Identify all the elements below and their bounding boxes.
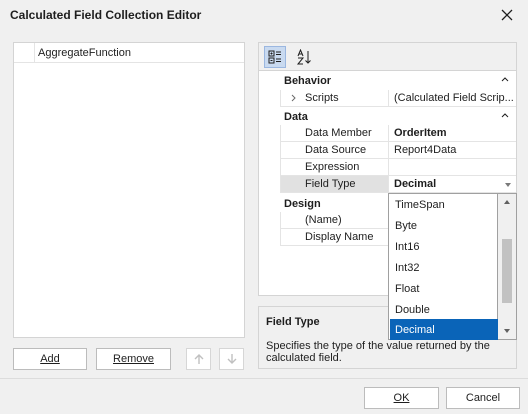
ok-button[interactable]: OK (364, 387, 439, 409)
property-name: Field Type (305, 178, 356, 190)
scroll-down-arrow-icon[interactable] (503, 328, 511, 334)
dropdown-option[interactable]: Float (390, 278, 498, 299)
property-name-label: (Name) (305, 214, 342, 226)
arrow-down-icon (227, 354, 236, 364)
categorized-button[interactable] (264, 46, 286, 68)
property-value[interactable]: OrderItem (389, 125, 516, 142)
category-behavior[interactable]: Behavior (259, 72, 516, 89)
dropdown-option[interactable]: Byte (390, 215, 498, 236)
property-name-cell: Expression (280, 159, 389, 176)
cancel-button-label: Cancel (465, 392, 501, 404)
property-value[interactable] (389, 159, 516, 176)
arrow-up-icon (194, 354, 203, 364)
category-label: Behavior (284, 74, 332, 87)
expand-arrow-icon[interactable] (290, 94, 298, 102)
property-value[interactable]: (Calculated Field Scrip... (389, 90, 516, 107)
remove-button[interactable]: Remove (96, 348, 171, 370)
dropdown-option[interactable]: Double (390, 299, 498, 320)
footer-separator (0, 378, 528, 379)
field-type-combo[interactable]: Decimal (389, 176, 516, 193)
dropdown-arrow-icon[interactable] (504, 181, 512, 189)
collection-list[interactable]: AggregateFunction (13, 42, 245, 338)
window-title: Calculated Field Collection Editor (10, 8, 202, 22)
dropdown-option[interactable]: Int16 (390, 236, 498, 257)
chevron-up-icon[interactable] (500, 110, 510, 120)
property-expression[interactable]: Expression (259, 159, 516, 176)
property-data-source[interactable]: Data Source Report4Data (259, 142, 516, 159)
add-button-label: Add (40, 353, 60, 365)
property-name: Expression (305, 161, 360, 173)
property-name-cell: Field Type (280, 176, 389, 193)
property-name-label: Display Name (305, 231, 374, 243)
property-name: Data Source (305, 144, 367, 156)
property-name-cell: (Name) (280, 212, 389, 229)
field-type-dropdown[interactable]: TimeSpan Byte Int16 Int32 Float Double D… (388, 193, 498, 340)
property-grid-toolbar (258, 42, 517, 71)
alphabetical-button[interactable] (293, 46, 315, 68)
move-up-button[interactable] (186, 348, 211, 370)
row-indicator (14, 43, 35, 62)
category-label: Design (284, 197, 321, 210)
property-name-cell: Scripts (280, 90, 389, 107)
remove-button-label: Remove (113, 353, 154, 365)
add-button[interactable]: Add (13, 348, 87, 370)
property-name: Data Member (305, 127, 372, 139)
property-name-cell: Data Source (280, 142, 389, 159)
scroll-up-arrow-icon[interactable] (503, 199, 511, 205)
scrollbar-thumb[interactable] (502, 239, 512, 303)
property-scripts[interactable]: Scripts (Calculated Field Scrip... (259, 90, 516, 107)
category-data[interactable]: Data (259, 108, 516, 125)
dropdown-option-selected[interactable]: Decimal (390, 319, 498, 340)
ok-button-label: OK (393, 392, 410, 404)
property-field-type[interactable]: Field Type Decimal (259, 176, 516, 193)
dropdown-option[interactable]: Int32 (390, 257, 498, 278)
sort-az-icon (296, 49, 311, 65)
list-item-label: AggregateFunction (38, 46, 131, 59)
cancel-button[interactable]: Cancel (446, 387, 520, 409)
property-name-cell: Data Member (280, 125, 389, 142)
close-icon[interactable] (498, 6, 516, 24)
chevron-up-icon[interactable] (500, 74, 510, 84)
field-type-value: Decimal (394, 178, 437, 190)
property-data-member[interactable]: Data Member OrderItem (259, 125, 516, 142)
dropdown-option[interactable]: TimeSpan (390, 194, 498, 215)
property-name-cell: Display Name (280, 229, 389, 246)
category-label: Data (284, 110, 308, 123)
description-text: Specifies the type of the value returned… (266, 340, 490, 364)
categorized-icon (268, 50, 281, 64)
property-value[interactable]: Report4Data (389, 142, 516, 159)
move-down-button[interactable] (219, 348, 244, 370)
list-item[interactable]: AggregateFunction (14, 43, 244, 63)
title-bar: Calculated Field Collection Editor (0, 0, 528, 31)
dropdown-scrollbar[interactable] (498, 193, 517, 340)
property-name: Scripts (305, 92, 339, 104)
